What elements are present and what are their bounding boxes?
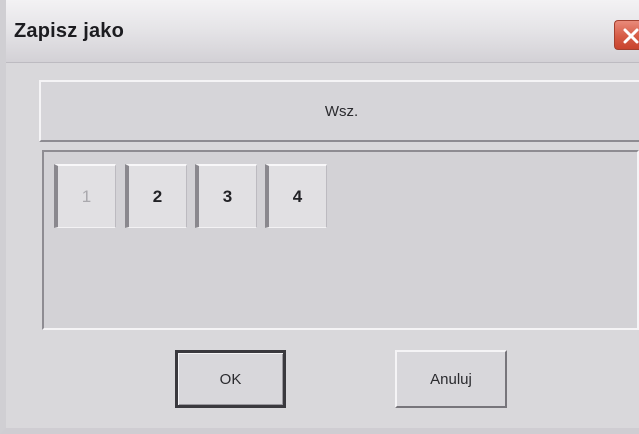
title-bar[interactable]: Zapisz jako [6,0,639,63]
page-button-1: 1 [54,164,116,228]
cancel-button[interactable]: Anuluj [395,350,507,408]
dialog-title: Zapisz jako [14,20,125,42]
page-label-1: 1 [81,186,92,206]
cancel-label: Anuluj [430,370,472,388]
ok-label: OK [219,370,242,388]
page-button-3[interactable]: 3 [195,164,257,228]
all-pages-label: Wsz. [324,102,359,120]
all-pages-button[interactable]: Wsz. [39,80,639,142]
page-label-4: 4 [292,186,303,206]
close-button[interactable] [614,20,639,50]
save-as-dialog: Zapisz jako Wsz. 1 2 3 4 OK Anuluj [0,0,639,434]
close-icon [623,28,639,44]
page-button-4[interactable]: 4 [265,164,327,228]
pages-panel: 1 2 3 4 [42,150,639,330]
page-label-2: 2 [152,186,163,206]
ok-button[interactable]: OK [175,350,286,408]
page-label-3: 3 [222,186,233,206]
page-button-2[interactable]: 2 [125,164,187,228]
